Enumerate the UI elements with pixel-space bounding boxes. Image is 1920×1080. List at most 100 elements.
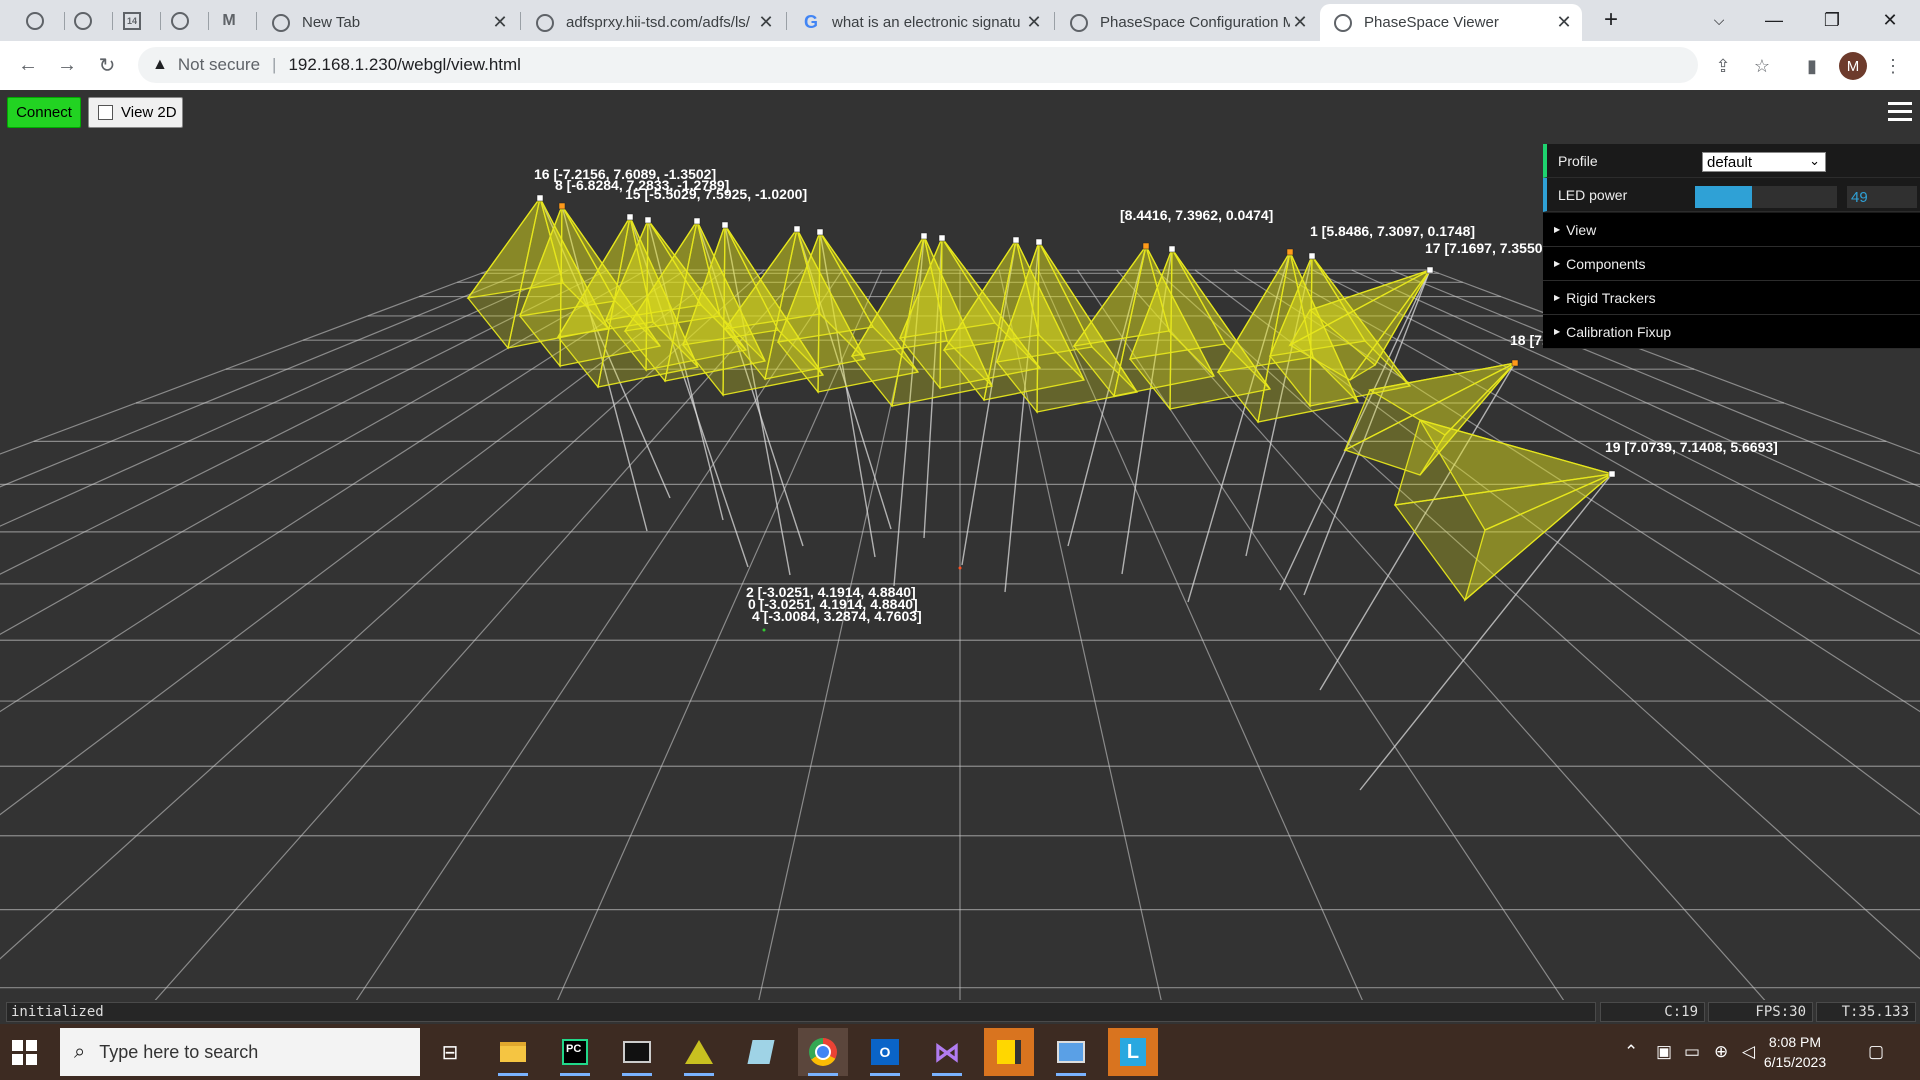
outlook-button[interactable]: O bbox=[860, 1028, 910, 1076]
reload-button[interactable]: ↻ bbox=[93, 51, 121, 79]
minimize-button[interactable]: — bbox=[1754, 6, 1794, 34]
start-button[interactable] bbox=[12, 1040, 38, 1066]
app-button[interactable] bbox=[736, 1028, 786, 1076]
close-icon[interactable]: ✕ bbox=[1290, 12, 1310, 33]
folder-title: Calibration Fixup bbox=[1566, 323, 1672, 340]
task-view-icon: ⊟ bbox=[441, 1041, 459, 1064]
globe-icon bbox=[74, 12, 92, 30]
control-panel-button[interactable] bbox=[1046, 1028, 1096, 1076]
divider: | bbox=[272, 55, 277, 74]
pinned-tab-calendar[interactable]: 14 bbox=[121, 10, 143, 32]
led-power-slider[interactable] bbox=[1695, 186, 1837, 208]
share-button[interactable]: ⇪ bbox=[1710, 53, 1736, 79]
close-window-button[interactable]: ✕ bbox=[1870, 6, 1910, 34]
sticky-notes-button[interactable] bbox=[984, 1028, 1034, 1076]
tab-separator bbox=[208, 12, 209, 30]
tab-phasespace-configuration[interactable]: PhaseSpace Configuration M ✕ bbox=[1056, 4, 1318, 41]
tab-search-button[interactable]: ⌵ bbox=[1699, 6, 1739, 34]
task-view-button[interactable]: ⊟ bbox=[425, 1028, 475, 1076]
notifications-icon[interactable]: ▢ bbox=[1868, 1042, 1884, 1062]
volume-muted-icon[interactable]: ◁ bbox=[1742, 1042, 1755, 1062]
pinned-tab-globe[interactable] bbox=[72, 10, 94, 32]
launcher-button[interactable]: L bbox=[1108, 1028, 1158, 1076]
battery-icon[interactable]: ▭ bbox=[1684, 1042, 1700, 1062]
time-readout: T:35.133 bbox=[1816, 1002, 1916, 1022]
camera-marker bbox=[1012, 236, 1020, 244]
camera-marker bbox=[558, 202, 566, 210]
close-icon[interactable]: ✕ bbox=[756, 12, 776, 33]
url-text[interactable]: 192.168.1.230/webgl/view.html bbox=[288, 55, 521, 75]
camera-marker bbox=[1426, 266, 1434, 274]
tab-google-search[interactable]: G what is an electronic signatu ✕ bbox=[788, 4, 1052, 41]
marker-label: 4 [-3.0084, 3.2874, 4.7603] bbox=[752, 608, 922, 624]
bookmark-button[interactable]: ☆ bbox=[1749, 53, 1775, 79]
camera-marker bbox=[693, 217, 701, 225]
profile-select[interactable]: default ⌄ bbox=[1702, 152, 1826, 172]
chrome-button[interactable] bbox=[798, 1028, 848, 1076]
browser-menu-button[interactable]: ⋮ bbox=[1880, 53, 1906, 79]
led-power-input[interactable]: 49 bbox=[1847, 186, 1917, 208]
close-icon[interactable]: ✕ bbox=[490, 12, 510, 33]
camera-marker bbox=[644, 216, 652, 224]
hamburger-icon-line bbox=[1888, 118, 1912, 121]
visual-studio-button[interactable]: ⋈ bbox=[922, 1028, 972, 1076]
led-power-row: LED power 49 bbox=[1543, 178, 1920, 212]
triangle-right-icon: ▶ bbox=[1554, 225, 1561, 234]
security-status[interactable]: Not secure bbox=[178, 55, 260, 75]
folder-rigid-trackers[interactable]: ▶ Rigid Trackers bbox=[1543, 281, 1920, 315]
pinned-tab-gmail[interactable]: M bbox=[218, 10, 240, 32]
clock-date: 6/15/2023 bbox=[1763, 1054, 1827, 1070]
network-icon[interactable]: ⊕ bbox=[1714, 1042, 1728, 1062]
tab-separator bbox=[520, 12, 521, 30]
triangle-right-icon: ▶ bbox=[1554, 293, 1561, 302]
camera-label: 15 [-5.5029, 7.5925, -1.0200] bbox=[625, 186, 807, 202]
marker-point bbox=[762, 628, 766, 632]
taskbar-search[interactable]: ⌕ Type here to search bbox=[60, 1028, 420, 1076]
arrow-right-icon: → bbox=[57, 53, 77, 76]
pinned-tab-globe[interactable] bbox=[24, 10, 46, 32]
new-tab-button[interactable]: + bbox=[1591, 6, 1631, 34]
pinned-tab-globe[interactable] bbox=[169, 10, 191, 32]
tab-new-tab[interactable]: New Tab ✕ bbox=[258, 4, 518, 41]
folder-calibration-fixup[interactable]: ▶ Calibration Fixup bbox=[1543, 315, 1920, 349]
camera-label: 19 [7.0739, 7.1408, 5.6693] bbox=[1605, 439, 1778, 455]
restore-icon: ❐ bbox=[1823, 9, 1841, 30]
view-2d-checkbox[interactable] bbox=[98, 105, 113, 120]
outlook-icon: O bbox=[871, 1039, 899, 1065]
close-icon[interactable]: ✕ bbox=[1554, 12, 1574, 33]
tab-adfsprxy[interactable]: adfsprxy.hii-tsd.com/adfs/ls/ ✕ bbox=[522, 4, 784, 41]
tab-title: adfsprxy.hii-tsd.com/adfs/ls/ bbox=[566, 14, 750, 31]
back-button[interactable]: ← bbox=[14, 51, 42, 79]
pycharm-button[interactable]: PC bbox=[550, 1028, 600, 1076]
connect-button[interactable]: Connect bbox=[7, 97, 81, 128]
grid-line bbox=[0, 269, 569, 527]
file-explorer-button[interactable] bbox=[488, 1028, 538, 1076]
close-icon: ✕ bbox=[1882, 9, 1898, 30]
terminal-icon bbox=[623, 1041, 651, 1063]
folder-components[interactable]: ▶ Components bbox=[1543, 247, 1920, 281]
view-2d-toggle[interactable]: View 2D bbox=[88, 97, 183, 128]
camera-marker bbox=[816, 228, 824, 236]
profile-avatar[interactable]: M bbox=[1839, 52, 1867, 80]
address-bar[interactable]: ▲ Not secure | 192.168.1.230/webgl/view.… bbox=[138, 47, 1698, 83]
close-icon[interactable]: ✕ bbox=[1024, 12, 1044, 33]
meet-icon[interactable]: ▣ bbox=[1656, 1042, 1672, 1062]
warning-icon[interactable]: ▲ bbox=[152, 56, 168, 74]
camera-label: 1 [5.8486, 7.3097, 0.1748] bbox=[1310, 223, 1475, 239]
system-clock[interactable]: 8:08 PM 6/15/2023 bbox=[1757, 1032, 1833, 1072]
restore-button[interactable]: ❐ bbox=[1812, 6, 1852, 34]
launcher-icon: L bbox=[1120, 1038, 1146, 1066]
app-button[interactable] bbox=[674, 1028, 724, 1076]
menu-button[interactable] bbox=[1888, 102, 1912, 124]
forward-button[interactable]: → bbox=[53, 51, 81, 79]
tab-phasespace-viewer[interactable]: PhaseSpace Viewer ✕ bbox=[1320, 4, 1582, 41]
webgl-viewport[interactable]: 16 [-7.2156, 7.6089, -1.3502] 8 [-6.8284… bbox=[0, 90, 1920, 1024]
chevron-up-icon[interactable]: ⌃ bbox=[1624, 1042, 1638, 1062]
globe-icon bbox=[171, 12, 189, 30]
grid-line bbox=[0, 269, 608, 575]
terminal-button[interactable] bbox=[612, 1028, 662, 1076]
side-panel-button[interactable]: ▮ bbox=[1799, 53, 1825, 79]
folder-view[interactable]: ▶ View bbox=[1543, 213, 1920, 247]
star-icon: ☆ bbox=[1753, 55, 1771, 76]
windows-taskbar: ⌕ Type here to search ⊟ PC O ⋈ L ⌃ ▣ ▭ ⊕… bbox=[0, 1024, 1920, 1080]
